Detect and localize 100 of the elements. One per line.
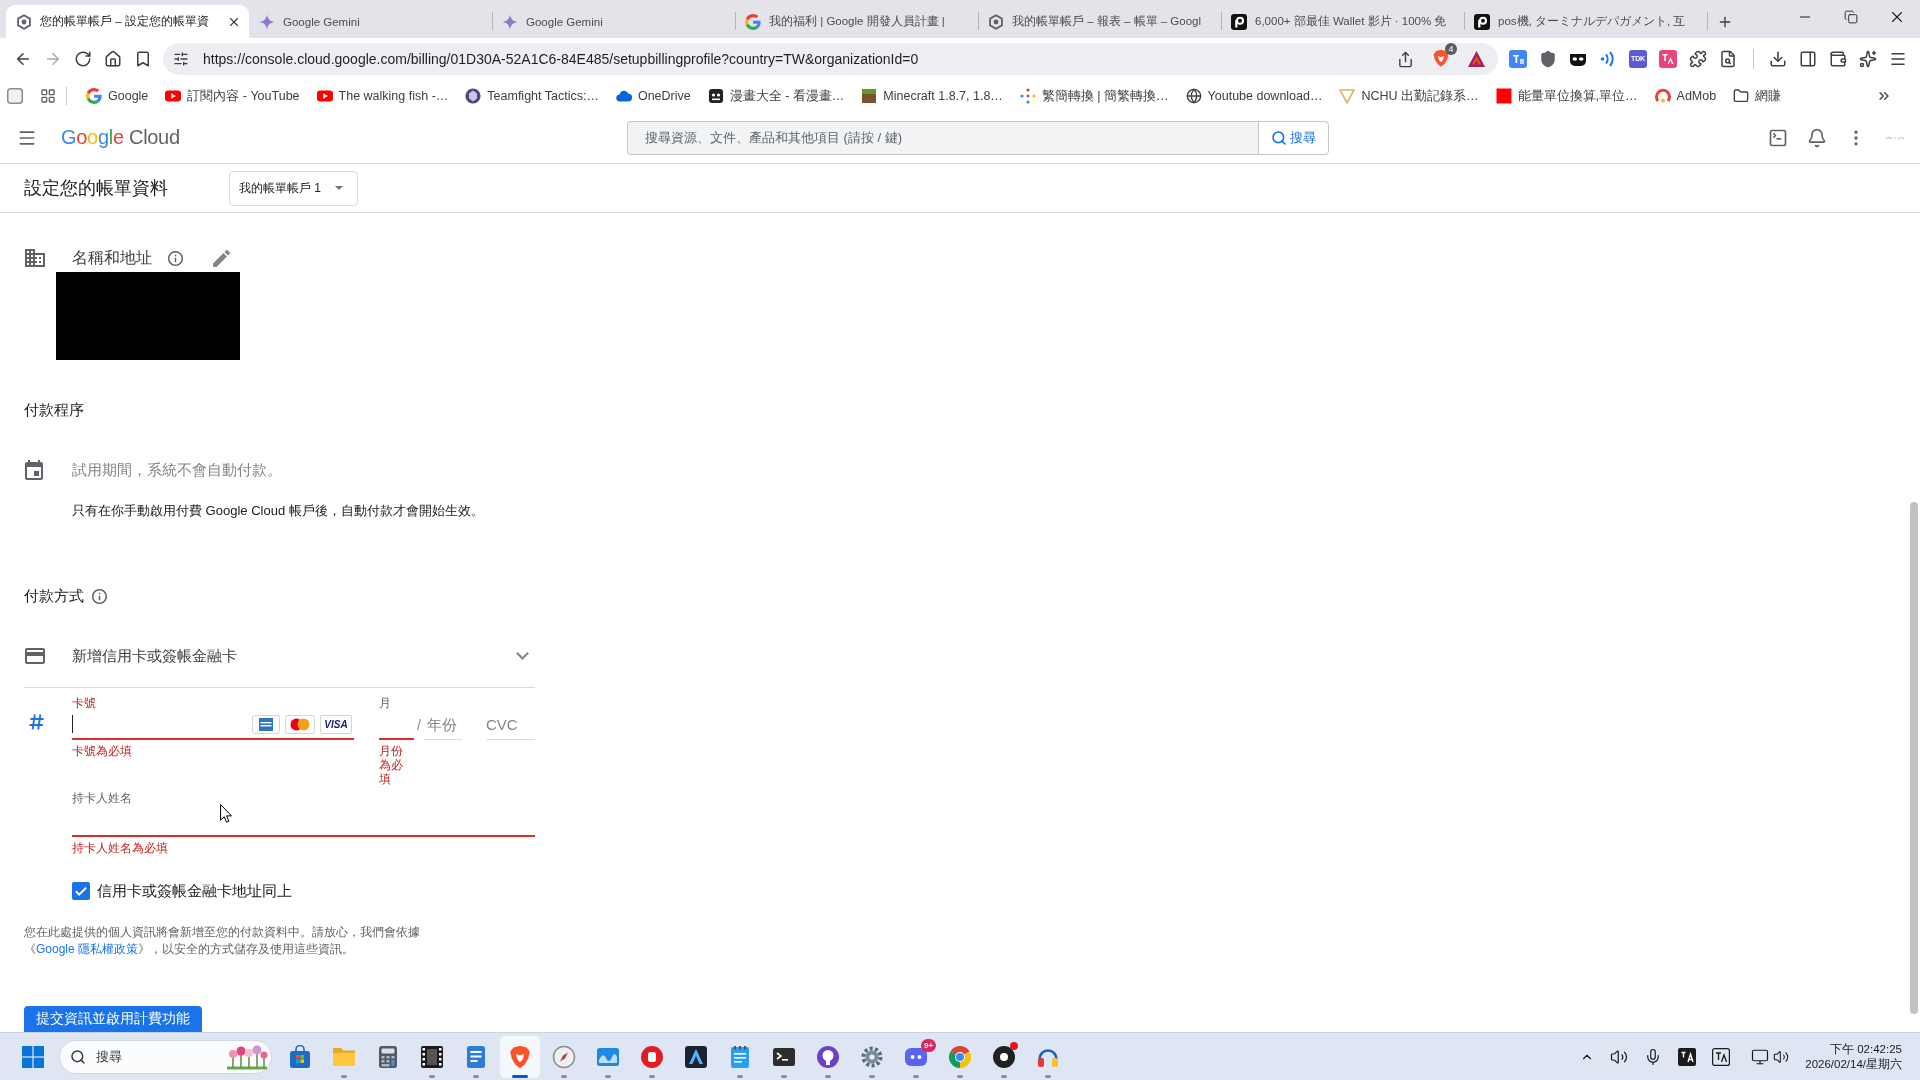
- terminal-icon[interactable]: [1767, 127, 1788, 148]
- hexagon-icon: [16, 13, 32, 30]
- bookmark-item[interactable]: 網賺: [1733, 87, 1782, 105]
- volume-icon[interactable]: [1773, 1048, 1790, 1065]
- sparkle-icon[interactable]: [1859, 50, 1877, 68]
- search-field[interactable]: 搜尋資源、文件、產品和其他項目 (請按 / 鍵): [627, 120, 1258, 155]
- sparkle-dots-icon: [1019, 88, 1036, 104]
- extensions-icon[interactable]: [1689, 50, 1707, 68]
- calculator-icon: [376, 1044, 400, 1069]
- bookmark-item[interactable]: 漫畫大全 - 看漫畫…: [707, 87, 845, 105]
- section-title: 付款程序: [24, 400, 84, 420]
- reload-icon[interactable]: [74, 50, 92, 68]
- edit-icon[interactable]: [213, 249, 230, 267]
- site-settings-icon[interactable]: [173, 51, 189, 67]
- page-title: 設定您的帳單資料: [24, 177, 168, 200]
- privacy-policy-link[interactable]: Google 隱私權政策: [36, 942, 139, 956]
- sidebar-icon[interactable]: [1799, 50, 1817, 68]
- bookmark-item[interactable]: Teamfight Tactics:…: [465, 88, 599, 104]
- bookmark-item[interactable]: 能量單位換算,單位…: [1495, 87, 1638, 105]
- browser-tab[interactable]: 我的帳單帳戶 – 報表 – 帳單 – Googl: [978, 5, 1221, 38]
- clock-date[interactable]: 2026/02/14/星期六: [1805, 1056, 1902, 1072]
- download-icon[interactable]: [1769, 50, 1787, 68]
- monitor-icon[interactable]: [1751, 1047, 1770, 1066]
- detail-text: 只有在你手動啟用付費 Google Cloud 帳戶後，自動付款才會開始生效。: [72, 502, 484, 520]
- notice-text: 試用期間，系統不會自動付款。: [72, 460, 282, 480]
- lion-icon: [508, 1044, 532, 1069]
- shopping-bag-icon: [288, 1044, 312, 1069]
- scrollbar-thumb[interactable]: [1910, 502, 1918, 1014]
- card-number-field[interactable]: VISA: [72, 710, 354, 740]
- shield-count-badge: 4: [1445, 43, 1457, 55]
- bookmark-item[interactable]: The walking fish -…: [316, 88, 449, 104]
- signal-waves-icon[interactable]: [1600, 51, 1616, 67]
- address-bar[interactable]: https://console.cloud.google.com/billing/01D30A-52A1C6-84E485/setupbillingprofile?country=TW&organizationId=0 4: [163, 43, 1498, 75]
- submit-button[interactable]: 提交資訊並啟用計費功能: [24, 1006, 202, 1032]
- input-method-icon[interactable]: [1712, 1047, 1731, 1066]
- circle-app-icon: [640, 1044, 664, 1069]
- notifications-icon[interactable]: [1806, 127, 1827, 148]
- clock-time[interactable]: 下午 02:42:25: [1830, 1041, 1902, 1057]
- restore-icon[interactable]: [1844, 10, 1858, 24]
- taskbar-app-button[interactable]: 9+: [896, 1035, 936, 1078]
- bookmark-item[interactable]: Google: [86, 88, 149, 104]
- sparkle-icon: [259, 13, 275, 30]
- menu-icon[interactable]: [1889, 50, 1907, 68]
- credit-card-icon: [25, 648, 45, 664]
- bookmark-icon[interactable]: [134, 50, 152, 68]
- cvc-field[interactable]: CVC: [485, 710, 535, 740]
- find-in-page-icon[interactable]: [1719, 50, 1737, 68]
- back-icon[interactable]: [14, 50, 32, 68]
- translate-icon[interactable]: [1509, 50, 1527, 68]
- year-field[interactable]: 年份: [423, 710, 462, 740]
- error-message: 月份為必填: [379, 744, 404, 786]
- settings-icon: [860, 1044, 884, 1069]
- privacy-notice: 您在此處提供的個人資訊將會新增至您的付款資料中。請放心，我們會依據《Google 隱私權政策》，以安全的方式儲存及使用這些資訊。: [24, 924, 421, 958]
- square-icon[interactable]: [7, 88, 23, 104]
- cloud-icon: [615, 88, 632, 104]
- browser-tab[interactable]: pos機, ターミナルデパガメント, 互: [1464, 5, 1707, 38]
- wallet-icon[interactable]: [1829, 50, 1847, 68]
- bookmark-item[interactable]: 訂閱內容 - YouTube: [165, 87, 300, 105]
- info-icon[interactable]: [92, 588, 107, 604]
- checkbox-label: 信用卡或簽帳金融卡地址同上: [97, 881, 292, 901]
- payment-method-dropdown[interactable]: 新增信用卡或簽帳金融卡: [24, 644, 535, 688]
- section-title: 付款方式: [24, 586, 84, 606]
- g-logo-icon: [86, 88, 102, 104]
- square-icon: [1495, 88, 1512, 104]
- bookmark-item[interactable]: OneDrive: [615, 88, 691, 104]
- billing-account-dropdown[interactable]: 我的帳單帳戶 1: [229, 170, 358, 206]
- browser-tab[interactable]: 6,000+ 部最佳 Wallet 影片 · 100% 免: [1221, 5, 1464, 38]
- speaker-icon[interactable]: [1610, 1047, 1629, 1066]
- browser-tab[interactable]: 您的帳單帳戶 – 設定您的帳單資: [6, 5, 249, 38]
- browser-tab[interactable]: Google Gemini: [492, 5, 735, 38]
- lion-shield-icon[interactable]: [1432, 49, 1450, 69]
- bookmark-item[interactable]: NCHU 出勤記錄系…: [1339, 87, 1479, 105]
- bookmark-item[interactable]: AdMob: [1654, 88, 1717, 104]
- bookmark-item[interactable]: Minecraft 1.8.7, 1.8…: [861, 88, 1003, 104]
- field-label: 卡號: [72, 696, 96, 710]
- input-method-icon[interactable]: [1678, 1047, 1697, 1066]
- bookmark-item[interactable]: 繁簡轉換 | 簡繁轉換…: [1019, 87, 1169, 105]
- home-icon[interactable]: [104, 50, 122, 68]
- triangle-logo-icon[interactable]: [1468, 51, 1485, 67]
- google-cloud-logo[interactable]: Google Cloud: [61, 126, 180, 149]
- apps-grid-icon[interactable]: [40, 88, 56, 104]
- mask-icon[interactable]: [1569, 52, 1587, 66]
- browser-tab[interactable]: Google Gemini: [249, 5, 492, 38]
- bookmark-item[interactable]: Youtube download…: [1185, 88, 1323, 104]
- checkbox[interactable]: [72, 882, 90, 900]
- info-icon[interactable]: [168, 250, 183, 266]
- triangle-emblem-icon: [1339, 88, 1356, 104]
- field-label: 月: [379, 696, 391, 710]
- taskbar-search-field[interactable]: 搜尋: [59, 1039, 272, 1074]
- share-icon[interactable]: [1397, 50, 1414, 68]
- hexagon-icon: [988, 13, 1004, 30]
- translate-icon[interactable]: [1659, 50, 1677, 68]
- start-menu-icon[interactable]: [22, 1045, 44, 1068]
- shield-icon[interactable]: [1539, 50, 1557, 68]
- grass-block-icon: [861, 88, 878, 104]
- search-button[interactable]: 搜尋: [1258, 120, 1329, 155]
- notification-badge: 9+: [921, 1038, 936, 1052]
- browser-tab[interactable]: 我的福利 | Google 開發人員計畫 |: [735, 5, 978, 38]
- mastercard-icon: [285, 714, 315, 734]
- mascot-icon: [707, 88, 724, 104]
